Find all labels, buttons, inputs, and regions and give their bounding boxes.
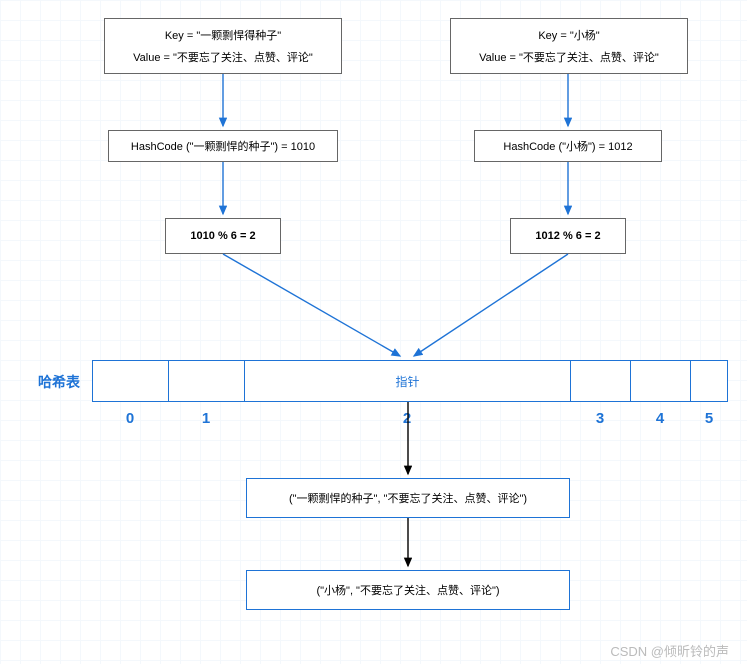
hashtable-cell-4 — [631, 361, 691, 401]
kv-left-val-label: Value = — [133, 52, 173, 64]
mod-right-text: 1012 % 6 = 2 — [535, 230, 600, 242]
kv-right-val: Value = "不要忘了关注、点赞、评论" — [479, 49, 659, 65]
watermark: CSDN @倾昕铃的声 — [610, 641, 729, 660]
kv-left-key-value: "一颗剽悍得种子" — [196, 30, 281, 42]
hashtable-cell-2: 指针 — [245, 361, 571, 401]
hashcode-right-text: HashCode ("小杨") = 1012 — [503, 138, 632, 154]
hashtable-cell-5 — [691, 361, 727, 401]
kv-right-key: Key = "小杨" — [538, 27, 599, 43]
hashtable-cell-3 — [571, 361, 631, 401]
arrow-conv-right — [414, 254, 568, 356]
kv-right-val-value: "不要忘了关注、点赞、评论" — [519, 52, 659, 64]
hashtable-cell-1 — [169, 361, 245, 401]
index-4: 4 — [630, 410, 690, 427]
index-2: 2 — [244, 410, 570, 427]
hashtable-label: 哈希表 — [38, 372, 80, 392]
index-3: 3 — [570, 410, 630, 427]
kv-right-key-label: Key = — [538, 30, 570, 42]
hashtable: 指针 — [92, 360, 728, 402]
hashcode-box-right: HashCode ("小杨") = 1012 — [474, 130, 662, 162]
kv-left-key: Key = "一颗剽悍得种子" — [165, 27, 281, 43]
arrow-conv-left — [223, 254, 400, 356]
kv-left-key-label: Key = — [165, 30, 197, 42]
kv-right-key-value: "小杨" — [570, 30, 600, 42]
index-0: 0 — [92, 410, 168, 427]
mod-left-text: 1010 % 6 = 2 — [190, 230, 255, 242]
index-1: 1 — [168, 410, 244, 427]
kv-left-val-value: "不要忘了关注、点赞、评论" — [173, 52, 313, 64]
mod-box-right: 1012 % 6 = 2 — [510, 218, 626, 254]
hashtable-indices: 0 1 2 3 4 5 — [92, 410, 728, 427]
kv-box-right: Key = "小杨" Value = "不要忘了关注、点赞、评论" — [450, 18, 688, 74]
entry-1-text: ("一颗剽悍的种子", "不要忘了关注、点赞、评论") — [289, 490, 527, 506]
mod-box-left: 1010 % 6 = 2 — [165, 218, 281, 254]
hashcode-left-text: HashCode ("一颗剽悍的种子") = 1010 — [131, 138, 315, 154]
index-5: 5 — [690, 410, 728, 427]
kv-box-left: Key = "一颗剽悍得种子" Value = "不要忘了关注、点赞、评论" — [104, 18, 342, 74]
arrows-layer — [0, 0, 747, 664]
kv-left-val: Value = "不要忘了关注、点赞、评论" — [133, 49, 313, 65]
kv-right-val-label: Value = — [479, 52, 519, 64]
entry-box-2: ("小杨", "不要忘了关注、点赞、评论") — [246, 570, 570, 610]
hashtable-cell-0 — [93, 361, 169, 401]
entry-2-text: ("小杨", "不要忘了关注、点赞、评论") — [316, 582, 499, 598]
hashcode-box-left: HashCode ("一颗剽悍的种子") = 1010 — [108, 130, 338, 162]
entry-box-1: ("一颗剽悍的种子", "不要忘了关注、点赞、评论") — [246, 478, 570, 518]
pointer-label: 指针 — [395, 373, 419, 390]
